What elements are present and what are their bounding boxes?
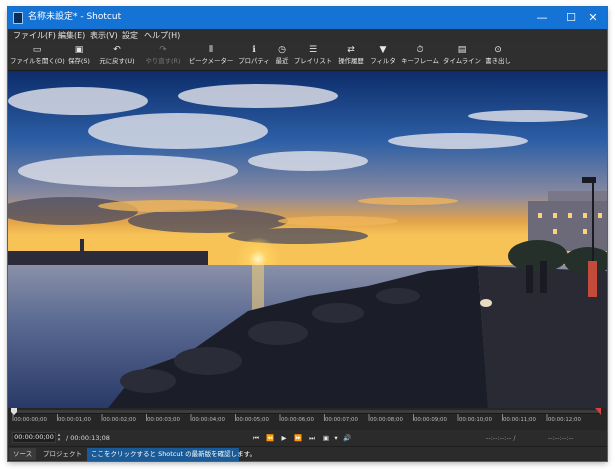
folder-open-icon: ▭ (32, 45, 42, 55)
ruler-tick-label: 00:00:11;00 (503, 417, 536, 423)
properties-label: プロパティ (238, 57, 270, 65)
ruler-tick-label: 00:00:07;00 (325, 417, 358, 423)
history-label: 操作履歴 (338, 57, 364, 65)
window-title: 名称未設定* - Shotcut (28, 12, 122, 22)
ruler-tick-label: 00:00:04;00 (192, 417, 225, 423)
export-label: 書き出し (485, 57, 511, 65)
duration-label: / 00:00:13;08 (66, 434, 110, 442)
timeline-ruler[interactable]: 00:00:00;00 00:00:01;00 00:00:02;00 00:0… (8, 408, 607, 430)
shotcut-window: 名称未設定* - Shotcut — ☐ ✕ ファイル(F) 編集(E) 表示(… (8, 7, 607, 461)
properties-icon: ℹ (252, 45, 256, 55)
current-time-field[interactable]: 00:00:00;00 (12, 432, 56, 443)
properties-button[interactable]: ℹ プロパティ (237, 44, 271, 68)
redo-label: やり直す(R) (145, 57, 181, 65)
tab-source[interactable]: ソース (9, 448, 37, 460)
menu-help[interactable]: ヘルプ(H) (144, 29, 180, 42)
timeline-label: タイムライン (443, 57, 481, 65)
undo-label: 元に戻す(U) (99, 57, 135, 65)
ruler-tick-label: 00:00:01;00 (58, 417, 91, 423)
skip-to-start-icon[interactable]: ⏮ (250, 433, 262, 443)
filter-label: フィルタ (370, 57, 396, 65)
rewind-icon[interactable]: ⏪ (264, 433, 276, 443)
minimize-button[interactable]: — (527, 7, 557, 29)
playlist-label: プレイリスト (293, 57, 333, 65)
tab-project[interactable]: プロジェクト (39, 448, 86, 460)
filter-button[interactable]: ▼ フィルタ (369, 44, 397, 68)
open-file-button[interactable]: ▭ ファイルを開く(O) (10, 44, 65, 68)
recent-label: 最近 (275, 57, 289, 65)
undo-button[interactable]: ↶ 元に戻す(U) (95, 44, 139, 68)
ruler-tick-label: 00:00:05;00 (236, 417, 269, 423)
peak-meter-button[interactable]: ⫴ ピークメーター (187, 44, 235, 68)
video-preview[interactable] (8, 71, 607, 408)
time-spinner[interactable]: ▴ ▾ (56, 433, 62, 443)
skip-to-end-icon[interactable]: ⏭ (306, 433, 318, 443)
menu-edit[interactable]: 編集(E) (58, 29, 85, 42)
preview-frame (8, 71, 607, 408)
peak-meter-icon: ⫴ (209, 45, 213, 55)
ruler-tick-label: 00:00:06;00 (281, 417, 314, 423)
app-icon (13, 12, 23, 24)
ruler-tick-label: 00:00:02;00 (103, 417, 136, 423)
redo-icon: ↷ (159, 45, 167, 55)
in-point-time: --:--:--:-- / (486, 434, 516, 442)
recent-button[interactable]: ◷ 最近 (272, 44, 292, 68)
ruler-tick-label: 00:00:09;00 (414, 417, 447, 423)
keyframes-label: キーフレーム (401, 57, 439, 65)
transport-bar: 00:00:00;00 ▴ ▾ / 00:00:13;08 ⏮ ⏪ ▶ ⏩ ⏭ ▣… (8, 430, 607, 446)
playlist-icon: ☰ (308, 45, 318, 55)
menu-file[interactable]: ファイル(F) (13, 29, 56, 42)
ruler-tick-label: 00:00:03;00 (147, 417, 180, 423)
playlist-button[interactable]: ☰ プレイリスト (293, 44, 333, 68)
out-point-time: --:--:--:-- (548, 434, 574, 442)
title-bar: 名称未設定* - Shotcut — ☐ ✕ (8, 7, 607, 29)
history-button[interactable]: ⇄ 操作履歴 (335, 44, 367, 68)
ruler-tick-label: 00:00:10;00 (459, 417, 492, 423)
filter-icon: ▼ (379, 45, 387, 55)
ruler-tick-label: 00:00:08;00 (370, 417, 403, 423)
menu-settings[interactable]: 設定 (122, 29, 138, 42)
save-label: 保存(S) (68, 57, 90, 65)
ruler-tick-label: 00:00:00;00 (14, 417, 47, 423)
export-icon: ⊙ (494, 45, 502, 55)
menu-view[interactable]: 表示(V) (90, 29, 118, 42)
undo-icon: ↶ (113, 45, 121, 55)
redo-button[interactable]: ↷ やり直す(R) (141, 44, 185, 68)
save-button[interactable]: ▣ 保存(S) (66, 44, 92, 68)
menu-bar: ファイル(F) 編集(E) 表示(V) 設定 ヘルプ(H) (8, 29, 607, 42)
timeline-button[interactable]: ▤ タイムライン (443, 44, 481, 68)
history-icon: ⇄ (347, 45, 355, 55)
close-button[interactable]: ✕ (578, 7, 607, 29)
ruler-tick-label: 00:00:12;00 (548, 417, 581, 423)
main-toolbar: ▭ ファイルを開く(O) ▣ 保存(S) ↶ 元に戻す(U) ↷ やり直す(R)… (8, 42, 607, 71)
peak-meter-label: ピークメーター (188, 57, 234, 65)
play-icon[interactable]: ▶ (278, 433, 290, 443)
timeline-icon: ▤ (457, 45, 467, 55)
keyframes-icon: ⏱ (416, 45, 424, 55)
save-icon: ▣ (74, 45, 84, 55)
open-file-label: ファイルを開く(O) (10, 57, 65, 65)
bottom-tab-bar: ソース プロジェクト ここをクリックすると Shotcut の最新版を確認します… (8, 446, 607, 461)
fast-forward-icon[interactable]: ⏩ (292, 433, 304, 443)
recent-icon: ◷ (278, 45, 286, 55)
export-button[interactable]: ⊙ 書き出し (483, 44, 513, 68)
keyframes-button[interactable]: ⏱ キーフレーム (399, 44, 441, 68)
update-notice-link[interactable]: ここをクリックすると Shotcut の最新版を確認します。 (87, 448, 256, 461)
volume-icon[interactable]: 🔊 (341, 433, 353, 443)
